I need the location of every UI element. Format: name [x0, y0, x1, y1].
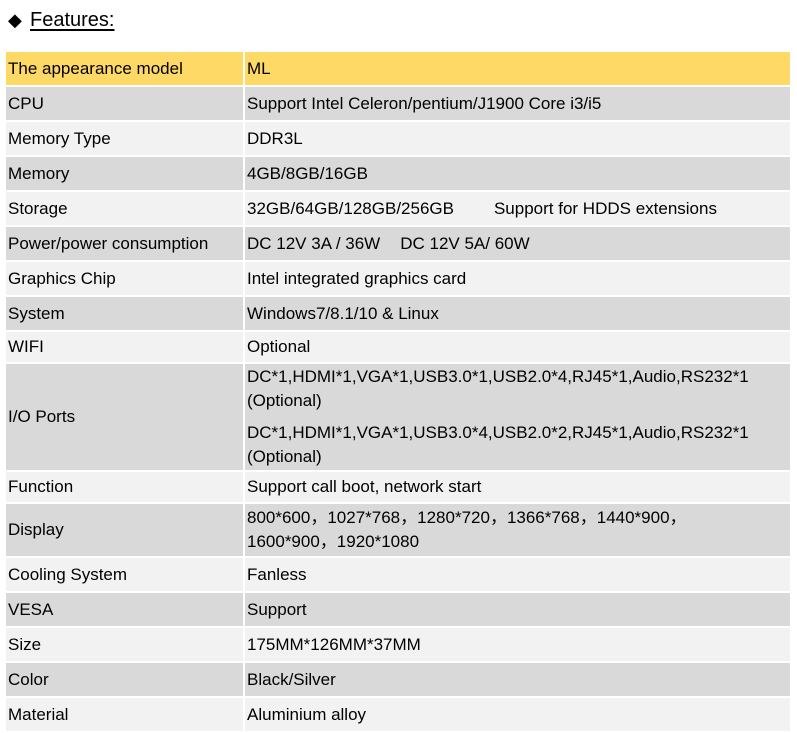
- row-label: I/O Ports: [6, 363, 245, 472]
- row-value: DC 12V 3A / 36W DC 12V 5A/ 60W: [244, 226, 790, 262]
- row-value: ML: [244, 52, 790, 87]
- table-row-graphics-chip: Graphics Chip Intel integrated graphics …: [6, 261, 790, 297]
- table-row-vesa: VESA Support: [6, 592, 790, 628]
- row-label: Function: [6, 471, 245, 504]
- power-option-60w: DC 12V 5A/ 60W: [400, 233, 530, 253]
- table-row-memory-type: Memory Type DDR3L: [6, 121, 790, 157]
- row-label: Memory Type: [6, 121, 245, 157]
- display-resolutions-1: 800*600，1027*768，1280*720，1366*768，1440*…: [247, 508, 687, 527]
- table-row-io-ports: I/O Ports DC*1,HDMI*1,VGA*1,USB3.0*1,USB…: [6, 363, 790, 472]
- table-row-color: Color Black/Silver: [6, 662, 790, 698]
- row-value: Intel integrated graphics card: [244, 261, 790, 297]
- table-row-storage: Storage 32GB/64GB/128GB/256GB Support for…: [6, 191, 790, 227]
- row-label: Power/power consumption: [6, 226, 245, 262]
- table-row-power: Power/power consumption DC 12V 3A / 36W D…: [6, 226, 790, 262]
- row-label: CPU: [6, 86, 245, 122]
- table-row-material: Material Aluminium alloy: [6, 697, 790, 733]
- row-value: Black/Silver: [244, 662, 790, 698]
- table-row-display: Display 800*600，1027*768，1280*720，1366*7…: [6, 503, 790, 558]
- row-label: Cooling System: [6, 557, 245, 593]
- diamond-bullet-icon: ◆: [8, 10, 22, 30]
- io-config-1: DC*1,HDMI*1,VGA*1,USB3.0*1,USB2.0*4,RJ45…: [247, 367, 749, 386]
- row-label: Memory: [6, 156, 245, 192]
- row-value: Support Intel Celeron/pentium/J1900 Core…: [244, 86, 790, 122]
- row-label: Storage: [6, 191, 245, 227]
- storage-extension: Support for HDDS extensions: [493, 198, 717, 218]
- row-value: 4GB/8GB/16GB: [244, 156, 790, 192]
- table-row-memory: Memory 4GB/8GB/16GB: [6, 156, 790, 192]
- row-value: 32GB/64GB/128GB/256GB Support for HDDS ex…: [244, 191, 790, 227]
- row-label: WIFI: [6, 331, 245, 364]
- row-label: Display: [6, 503, 245, 558]
- table-row-appearance-model: The appearance model ML: [6, 52, 790, 87]
- row-value: Support call boot, network start: [244, 471, 790, 504]
- row-value: Optional: [244, 331, 790, 364]
- row-label: VESA: [6, 592, 245, 628]
- display-resolutions-2: 1600*900，1920*1080: [247, 532, 420, 551]
- row-label: Material: [6, 697, 245, 733]
- row-value: DC*1,HDMI*1,VGA*1,USB3.0*1,USB2.0*4,RJ45…: [244, 363, 790, 472]
- row-label: System: [6, 296, 245, 332]
- table-row-size: Size 175MM*126MM*37MM: [6, 627, 790, 663]
- row-label: Color: [6, 662, 245, 698]
- row-value: Windows7/8.1/10 & Linux: [244, 296, 790, 332]
- features-heading: ◆ Features:: [8, 6, 114, 34]
- row-label: Size: [6, 627, 245, 663]
- features-title: Features:: [30, 8, 115, 31]
- table-row-function: Function Support call boot, network star…: [6, 471, 790, 504]
- row-value: Aluminium alloy: [244, 697, 790, 733]
- row-value: Support: [244, 592, 790, 628]
- power-option-36w: DC 12V 3A / 36W: [247, 233, 381, 253]
- table-row-cooling-system: Cooling System Fanless: [6, 557, 790, 593]
- storage-capacities: 32GB/64GB/128GB/256GB: [247, 198, 454, 218]
- row-value: 175MM*126MM*37MM: [244, 627, 790, 663]
- row-value: DDR3L: [244, 121, 790, 157]
- io-config-2-note: (Optional): [247, 447, 322, 466]
- io-config-2: DC*1,HDMI*1,VGA*1,USB3.0*4,USB2.0*2,RJ45…: [247, 423, 749, 442]
- row-value: Fanless: [244, 557, 790, 593]
- row-label: The appearance model: [6, 52, 245, 87]
- io-config-1-note: (Optional): [247, 391, 322, 410]
- table-row-wifi: WIFI Optional: [6, 331, 790, 364]
- row-value: 800*600，1027*768，1280*720，1366*768，1440*…: [244, 503, 790, 558]
- row-label: Graphics Chip: [6, 261, 245, 297]
- table-row-cpu: CPU Support Intel Celeron/pentium/J1900 …: [6, 86, 790, 122]
- features-table: The appearance model ML CPU Support Inte…: [6, 52, 790, 733]
- table-row-system: System Windows7/8.1/10 & Linux: [6, 296, 790, 332]
